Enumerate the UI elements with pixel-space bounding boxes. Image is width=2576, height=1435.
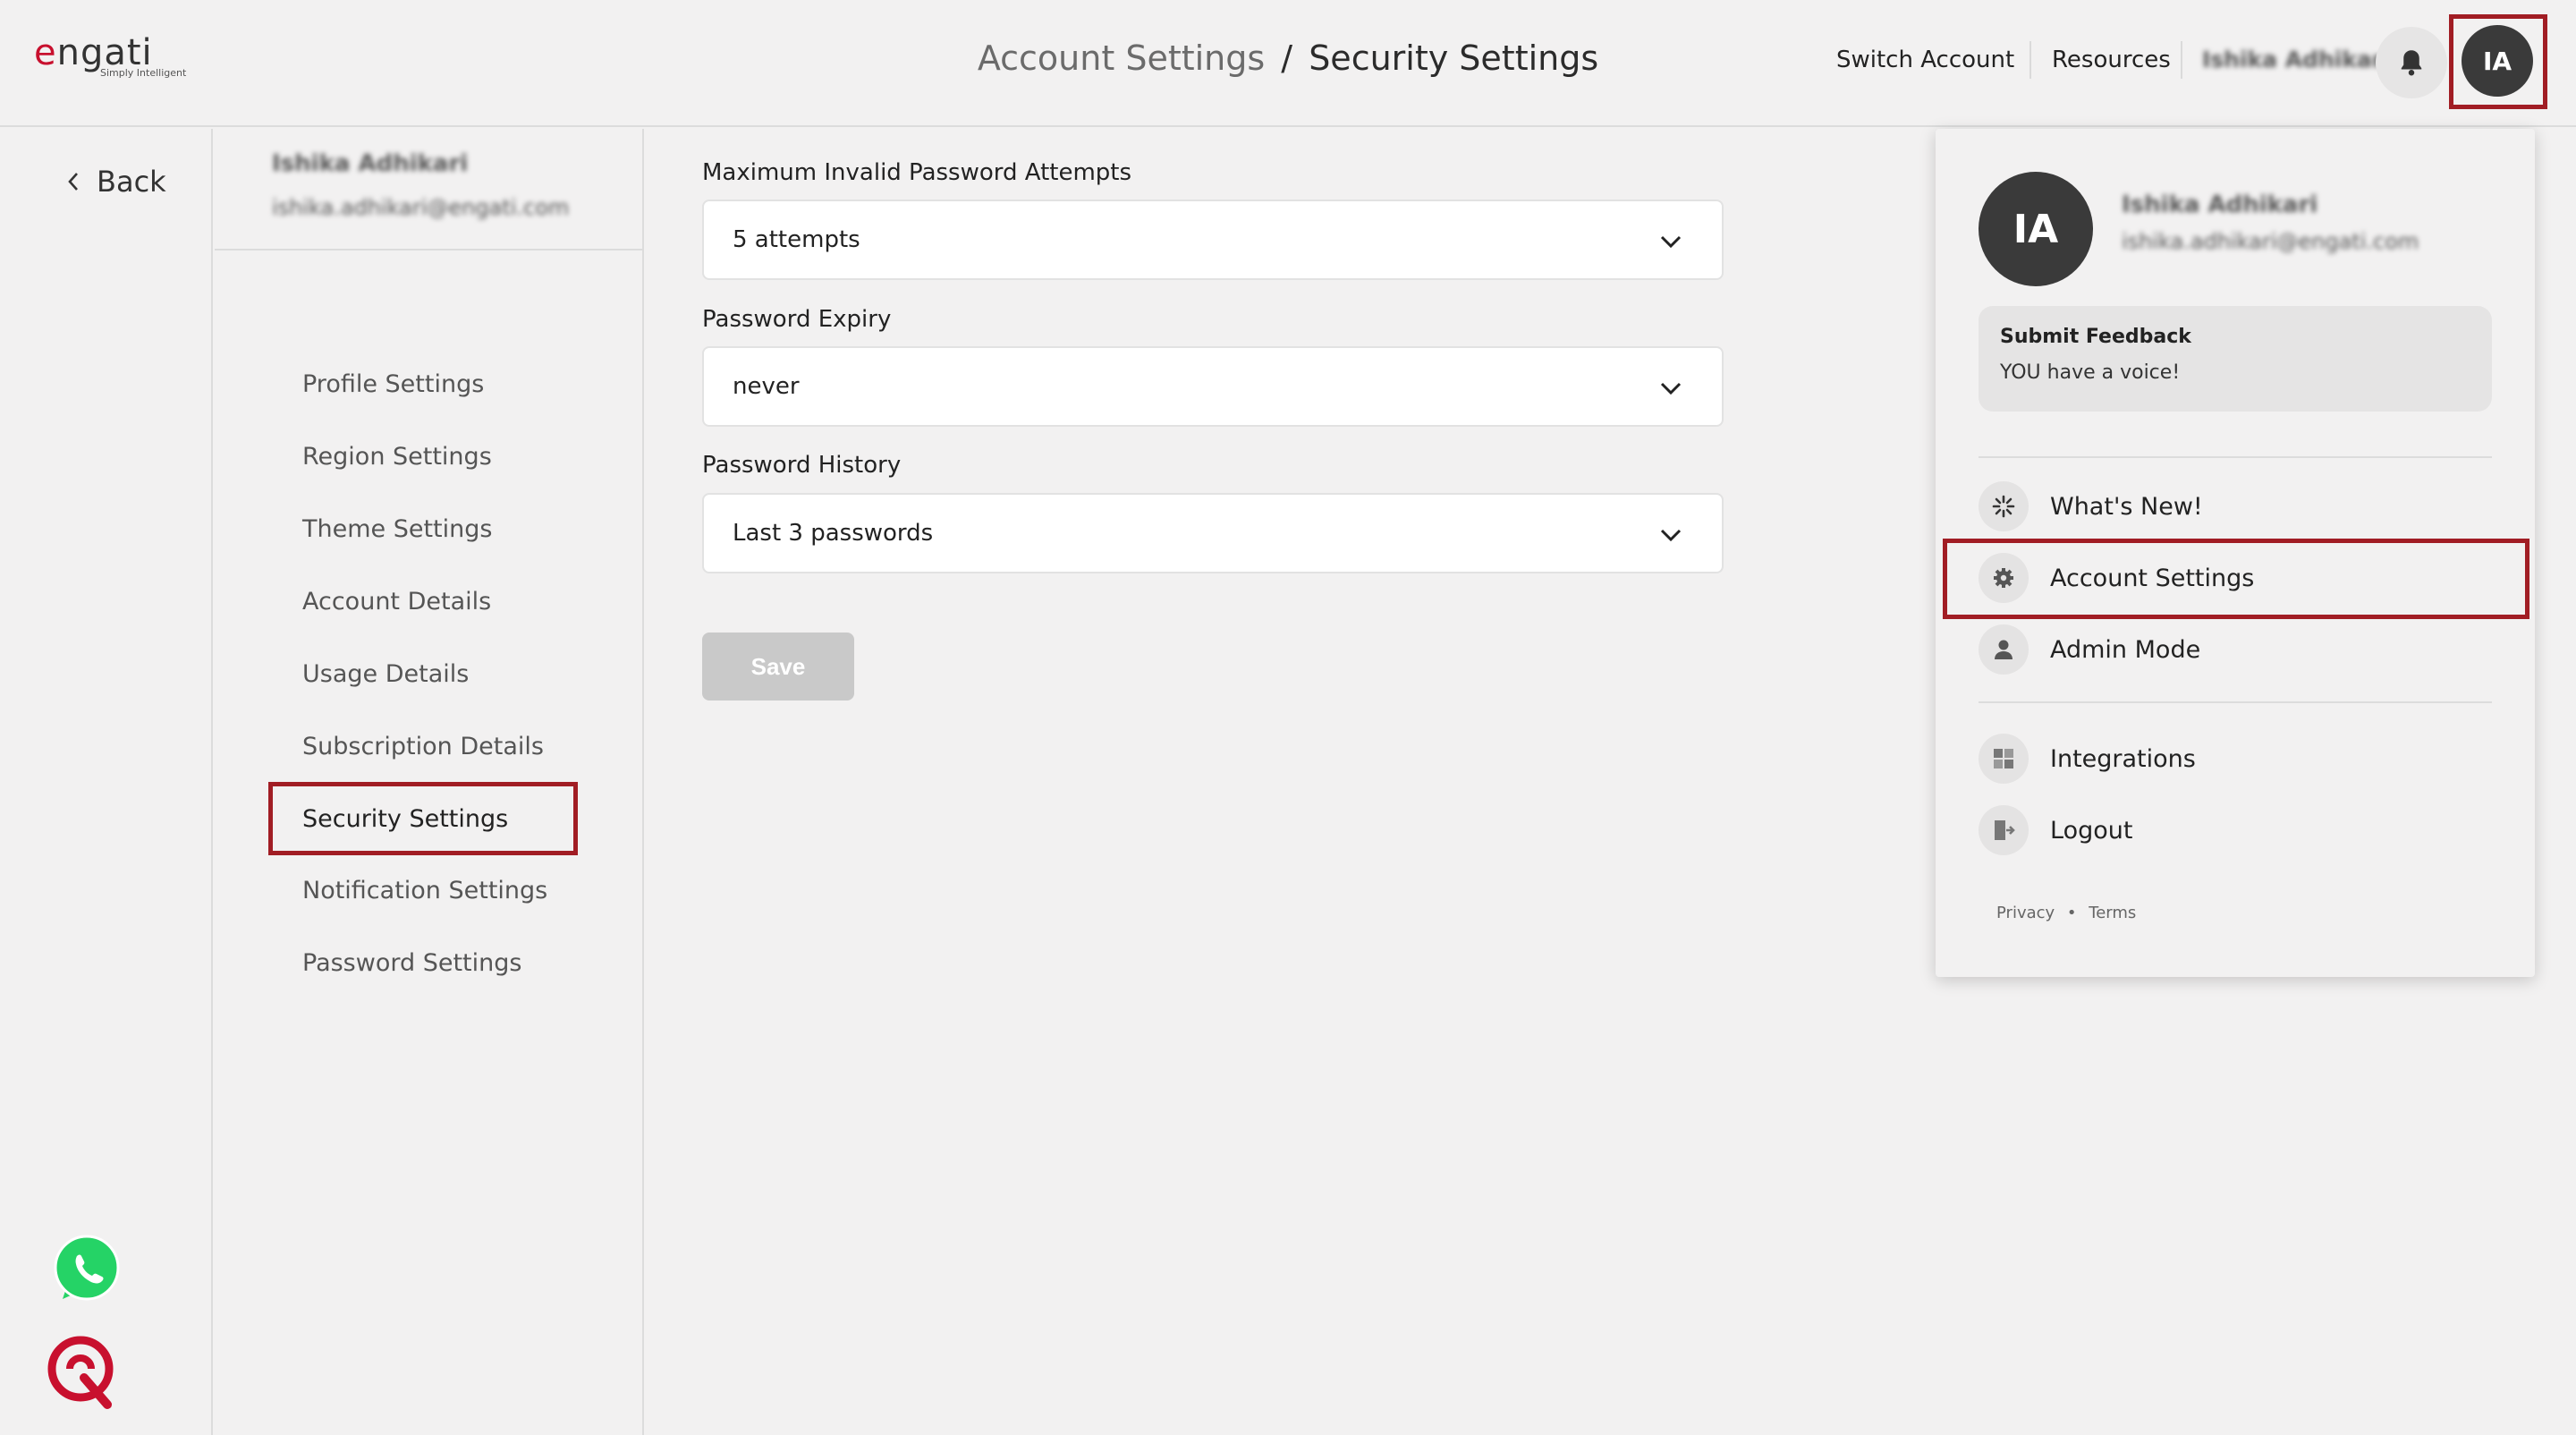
nav-item-region-settings[interactable]: Region Settings (302, 441, 492, 473)
menu-item-label: Logout (2050, 816, 2133, 845)
sparkle-icon (1979, 481, 2029, 531)
password-history-select[interactable]: Last 3 passwords (702, 493, 1724, 573)
max-attempts-value: 5 attempts (733, 226, 860, 253)
nav-item-notification-settings[interactable]: Notification Settings (302, 875, 547, 907)
profile-dropdown-menu: IA Ishika Adhikari ishika.adhikari@engat… (1936, 129, 2535, 977)
menu-footer-links: Privacy • Terms (1996, 904, 2136, 922)
nav-item-usage-details[interactable]: Usage Details (302, 658, 469, 691)
terms-link[interactable]: Terms (2089, 904, 2136, 922)
avatar-button[interactable]: IA (2462, 25, 2533, 97)
back-label: Back (97, 165, 166, 199)
avatar: IA (1979, 172, 2093, 286)
privacy-link[interactable]: Privacy (1996, 904, 2055, 922)
footer-separator: • (2066, 904, 2077, 922)
menu-user-email: ishika.adhikari@engati.com (2122, 229, 2419, 254)
menu-user-name: Ishika Adhikari (2122, 191, 2318, 218)
chevron-down-icon (1660, 382, 1682, 395)
menu-item-label: Integrations (2050, 744, 2196, 773)
max-attempts-select[interactable]: 5 attempts (702, 200, 1724, 280)
back-button[interactable]: Back (66, 165, 166, 199)
max-attempts-label: Maximum Invalid Password Attempts (702, 159, 1132, 186)
whatsapp-icon[interactable] (50, 1233, 123, 1306)
bell-icon (2401, 50, 2422, 76)
nav-item-account-details[interactable]: Account Details (302, 586, 491, 618)
feedback-subtitle: YOU have a voice! (2000, 361, 2181, 384)
logout-icon (1979, 805, 2029, 855)
menu-divider (1979, 456, 2492, 458)
nav-user-email: ishika.adhikari@engati.com (272, 195, 570, 220)
password-expiry-select[interactable]: never (702, 346, 1724, 427)
page-title: Account Settings / Security Settings (0, 36, 2576, 81)
breadcrumb-separator: / (1281, 38, 1293, 78)
avatar-initials: IA (2012, 206, 2059, 252)
chevron-down-icon (1660, 235, 1682, 249)
nav-item-password-settings[interactable]: Password Settings (302, 947, 521, 980)
engati-chat-icon[interactable] (45, 1333, 118, 1410)
password-expiry-label: Password Expiry (702, 306, 892, 333)
menu-item-label: What's New! (2050, 492, 2203, 521)
nav-user-card: Ishika Adhikari ishika.adhikari@engati.c… (215, 129, 642, 250)
top-header: engati Simply Intelligent Account Settin… (0, 0, 2576, 127)
notifications-button[interactable] (2376, 27, 2447, 98)
save-button[interactable]: Save (702, 633, 854, 701)
security-settings-highlight-box (268, 782, 578, 855)
password-expiry-value: never (733, 373, 800, 400)
chevron-left-icon (68, 173, 78, 191)
account-settings-highlight-box (1943, 539, 2529, 619)
nav-item-theme-settings[interactable]: Theme Settings (302, 514, 492, 546)
menu-item-label: Admin Mode (2050, 635, 2201, 664)
submit-feedback-card[interactable]: Submit Feedback YOU have a voice! (1979, 306, 2492, 412)
nav-user-name: Ishika Adhikari (272, 150, 469, 177)
integrations-icon (1979, 734, 2029, 784)
password-history-value: Last 3 passwords (733, 520, 934, 547)
header-user-name: Ishika Adhikari (2202, 47, 2391, 72)
menu-divider (1979, 701, 2492, 703)
header-divider (2029, 41, 2031, 79)
nav-item-subscription-details[interactable]: Subscription Details (302, 731, 544, 763)
password-history-label: Password History (702, 452, 902, 479)
feedback-title: Submit Feedback (2000, 326, 2191, 348)
breadcrumb-current: Security Settings (1309, 38, 1599, 78)
switch-account-link[interactable]: Switch Account (1836, 45, 2014, 75)
menu-item-whats-new[interactable]: What's New! (1979, 480, 2492, 533)
header-divider (2181, 41, 2182, 79)
breadcrumb-parent[interactable]: Account Settings (978, 38, 1265, 78)
chevron-down-icon (1660, 529, 1682, 542)
avatar-initials: IA (2482, 46, 2512, 76)
person-icon (1979, 624, 2029, 675)
resources-link[interactable]: Resources (2052, 45, 2171, 75)
menu-item-logout[interactable]: Logout (1979, 803, 2492, 857)
menu-item-integrations[interactable]: Integrations (1979, 732, 2492, 785)
nav-item-profile-settings[interactable]: Profile Settings (302, 369, 484, 401)
menu-item-admin-mode[interactable]: Admin Mode (1979, 623, 2492, 676)
